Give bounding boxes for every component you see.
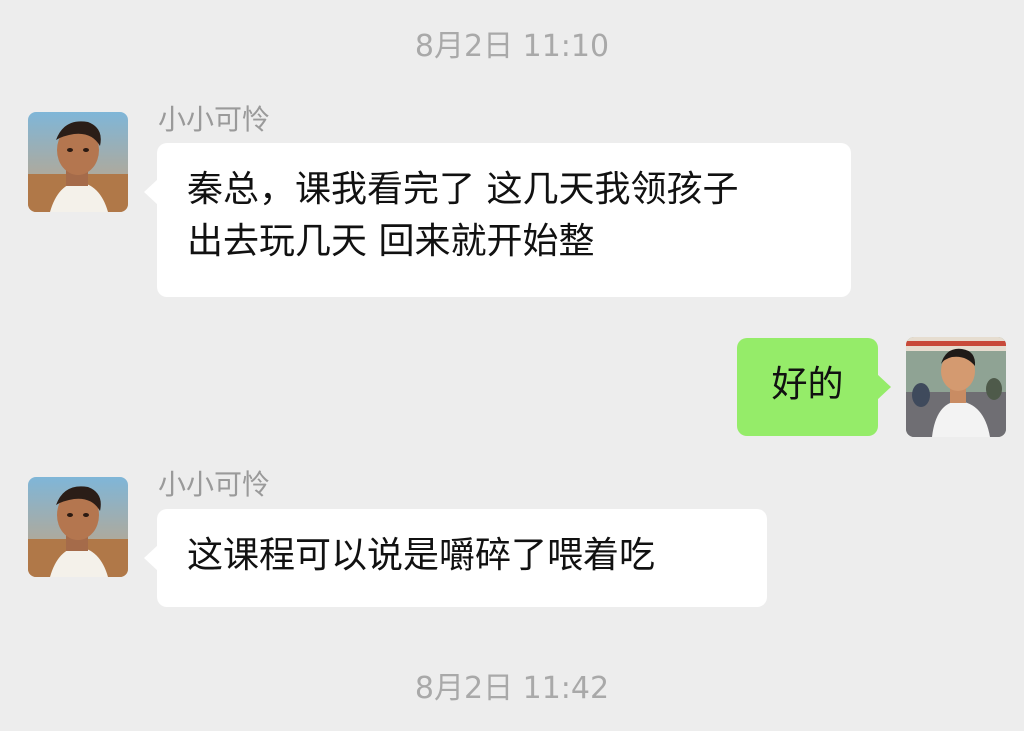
timestamp: 8月2日 11:42 — [414, 671, 610, 706]
message-line: 秦总，课我看完了 这几天我领孩子 — [187, 169, 739, 210]
message-line: 出去玩几天 回来就开始整 — [187, 221, 595, 262]
sender-name: 小小可怜 — [158, 468, 271, 501]
avatar-photo-icon — [28, 477, 128, 577]
contact-avatar[interactable] — [28, 112, 128, 212]
timestamp: 8月2日 11:10 — [414, 29, 610, 64]
sender-name: 小小可怜 — [158, 103, 271, 136]
avatar-photo-icon — [28, 112, 128, 212]
message-bubble[interactable]: 秦总，课我看完了 这几天我领孩子 出去玩几天 回来就开始整 — [144, 143, 851, 297]
message-bubble-outgoing[interactable]: 好的 — [737, 338, 891, 436]
contact-avatar[interactable] — [28, 477, 128, 577]
message-text: 好的 — [771, 364, 844, 405]
message-bubble[interactable]: 这课程可以说是嚼碎了喂着吃 — [144, 509, 767, 607]
self-avatar[interactable] — [906, 337, 1006, 437]
message-line: 这课程可以说是嚼碎了喂着吃 — [187, 535, 656, 576]
avatar-photo-icon — [906, 337, 1006, 437]
